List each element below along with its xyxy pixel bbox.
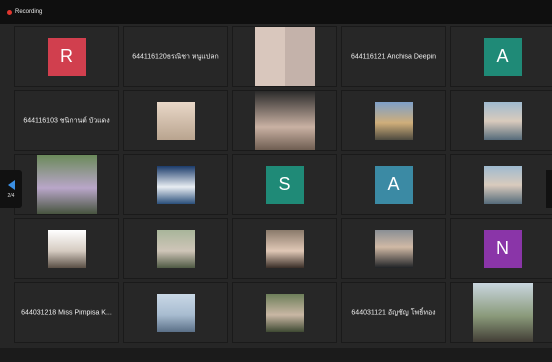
- participant-tile[interactable]: [123, 154, 228, 215]
- participant-photo: [374, 101, 413, 140]
- participant-tile[interactable]: 644031218 Miss Pimpisa K...: [14, 282, 119, 343]
- participant-photo: [265, 293, 304, 332]
- participant-tile[interactable]: [232, 218, 337, 279]
- participant-name: 644116120ธรณิชา หนูแปลก: [132, 53, 219, 60]
- participant-photo: [36, 155, 97, 214]
- participant-tile[interactable]: A: [341, 154, 446, 215]
- participant-photo: [254, 27, 315, 86]
- participant-tile[interactable]: A: [450, 26, 552, 87]
- chevron-left-icon: [7, 179, 15, 190]
- participant-name: 644116121 Anchisa Deepin: [350, 53, 437, 60]
- participant-tile[interactable]: 644031121 อัญชัญ โพธิ์ทอง: [341, 282, 446, 343]
- participant-tile[interactable]: [123, 90, 228, 151]
- participant-grid: R 644116120ธรณิชา หนูแปลก 644116121 Anchis…: [14, 26, 552, 348]
- participant-name: 644031121 อัญชัญ โพธิ์ทอง: [351, 309, 436, 316]
- participant-photo: [483, 101, 522, 140]
- participant-tile[interactable]: S: [232, 154, 337, 215]
- participant-avatar: R: [47, 37, 86, 76]
- meeting-window: Recording R 644116120ธรณิชา หนูแปลก 644116…: [0, 0, 552, 362]
- participant-photo: [156, 293, 195, 332]
- participant-tile[interactable]: 644116103 ชนิกานต์ บัวแดง: [14, 90, 119, 151]
- previous-page-button[interactable]: 2/4: [0, 170, 22, 208]
- participant-photo: [483, 165, 522, 204]
- participant-tile[interactable]: [341, 218, 446, 279]
- next-page-button[interactable]: [546, 170, 552, 208]
- participant-photo: [47, 229, 86, 268]
- participant-avatar: A: [374, 165, 413, 204]
- participant-photo: [374, 229, 413, 268]
- page-indicator: 2/4: [7, 192, 15, 199]
- participant-tile[interactable]: [232, 90, 337, 151]
- participant-tile[interactable]: [450, 282, 552, 343]
- participant-tile[interactable]: N: [450, 218, 552, 279]
- top-bar: Recording: [0, 0, 552, 24]
- participant-tile[interactable]: [341, 90, 446, 151]
- recording-label: Recording: [15, 9, 43, 15]
- recording-dot-icon: [7, 9, 12, 15]
- recording-indicator: Recording: [7, 9, 42, 15]
- participant-name: 644116103 ชนิกานต์ บัวแดง: [23, 117, 110, 124]
- participant-tile[interactable]: [232, 282, 337, 343]
- participant-name: 644031218 Miss Pimpisa K...: [21, 309, 112, 316]
- participant-tile[interactable]: [232, 26, 337, 87]
- participant-photo: [156, 101, 195, 140]
- participant-tile[interactable]: [14, 154, 119, 215]
- participant-tile[interactable]: R: [14, 26, 119, 87]
- participant-avatar: A: [483, 37, 522, 76]
- participant-photo: [472, 283, 533, 342]
- participant-tile[interactable]: 644116121 Anchisa Deepin: [341, 26, 446, 87]
- participant-tile[interactable]: [123, 282, 228, 343]
- participant-avatar: N: [483, 229, 522, 268]
- participant-tile[interactable]: [450, 90, 552, 151]
- participant-tile[interactable]: [123, 218, 228, 279]
- participant-photo: [265, 229, 304, 268]
- participant-tile[interactable]: [450, 154, 552, 215]
- participant-tile[interactable]: [14, 218, 119, 279]
- participant-avatar: S: [265, 165, 304, 204]
- participant-photo: [156, 229, 195, 268]
- participant-tile[interactable]: 644116120ธรณิชา หนูแปลก: [123, 26, 228, 87]
- participant-photo: [254, 91, 315, 150]
- participant-photo: [156, 165, 195, 204]
- bottom-bar: [0, 348, 552, 362]
